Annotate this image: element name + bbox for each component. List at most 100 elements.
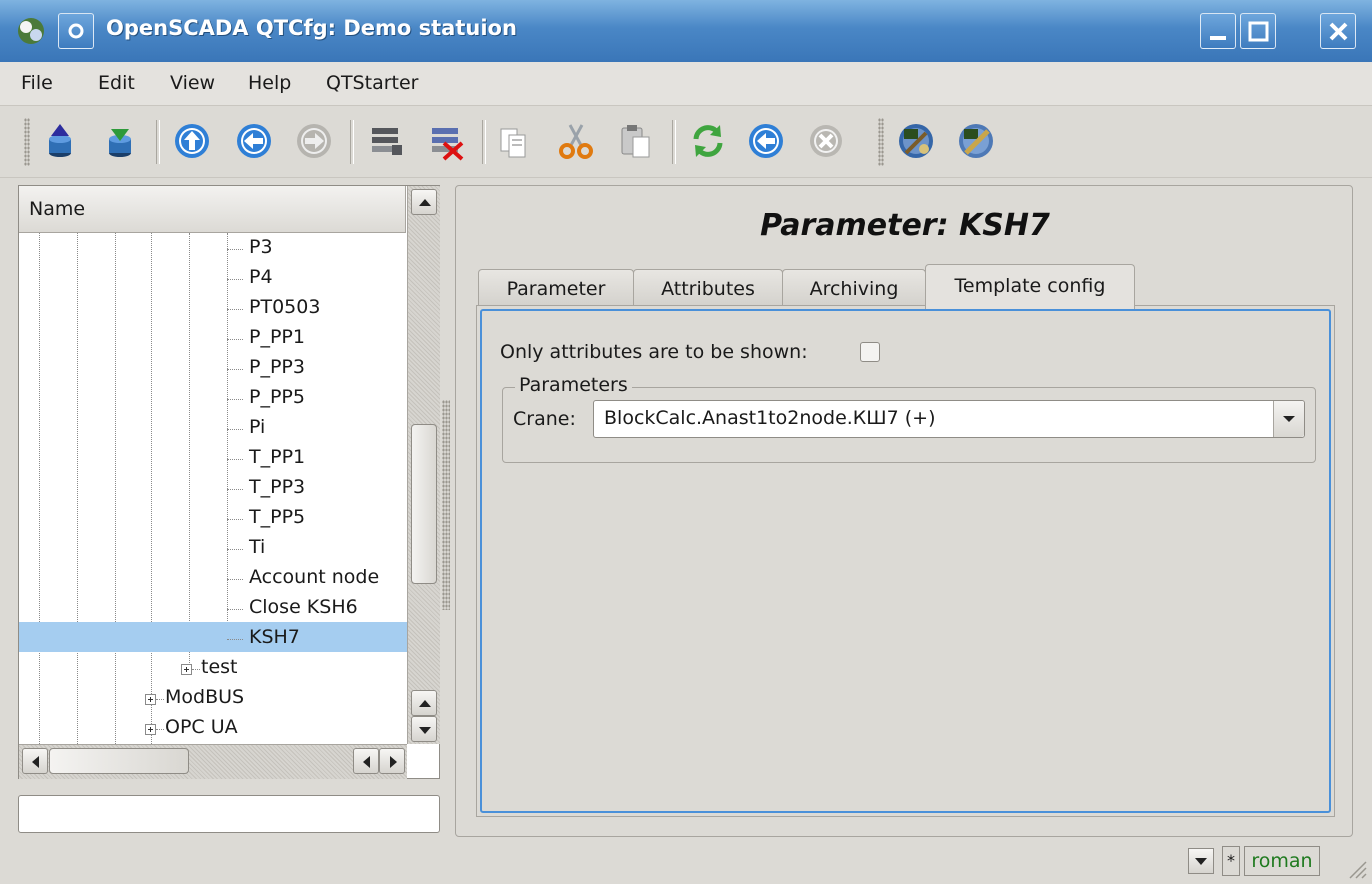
arrow-up-icon [419,700,431,707]
tab-panel: Only attributes are to be shown: Paramet… [476,305,1335,817]
scroll-up-button[interactable] [411,690,437,716]
toolbar-separator [672,120,676,164]
tree-item-label: T_PP3 [249,476,306,498]
tree-vertical-scrollbar[interactable] [407,186,440,744]
tree-item-label: P_PP3 [249,356,305,378]
item-delete-icon[interactable] [426,121,466,161]
crane-label: Crane: [513,408,576,430]
tree-header-label: Name [29,198,86,220]
tree-item-label: P_PP5 [249,386,305,408]
tree-guide-line [39,233,40,744]
only-attributes-label: Only attributes are to be shown: [500,341,808,363]
tree-item-label: test [201,656,238,678]
config-icon[interactable] [956,121,996,161]
panel-splitter[interactable] [442,400,450,610]
menu-edit[interactable]: Edit [98,72,135,94]
tree-item-label: KSH7 [249,626,300,648]
tab-label: Template config [954,275,1106,297]
arrow-up-icon [419,199,431,206]
tree-item-label: T_PP5 [249,506,306,528]
status-bar: * roman [0,838,1372,884]
crane-dropdown-button[interactable] [1273,401,1304,437]
arrow-left-icon [32,756,39,768]
tree-guide-line [151,233,152,744]
scroll-down-button[interactable] [411,716,437,742]
paste-icon[interactable] [616,121,656,161]
close-button[interactable] [1320,13,1356,49]
back-icon[interactable] [234,121,274,161]
toolbar-separator [350,120,354,164]
item-add-icon[interactable] [366,121,406,161]
tree-item-label: P4 [249,266,273,288]
chevron-down-icon [1283,416,1295,422]
status-text-field[interactable] [18,795,440,833]
toolbar-grip[interactable] [878,118,884,166]
expand-icon[interactable] [181,664,192,675]
selection-highlight [19,622,407,652]
menu-help[interactable]: Help [248,72,291,94]
window-title: OpenSCADA QTCfg: Demo statuion [106,16,517,40]
parameters-groupbox: Parameters Crane: BlockCalc.Anast1to2nod… [502,374,1316,463]
tab-attributes[interactable]: Attributes [633,269,783,307]
tree-guide-line [115,233,116,744]
tree-guide-line [189,233,190,673]
toolbar-separator [156,120,160,164]
qtstarter-icon[interactable] [896,121,936,161]
scroll-thumb[interactable] [411,424,437,584]
refresh-icon[interactable] [688,121,728,161]
forward-icon[interactable] [294,121,334,161]
tree-item-label: P3 [249,236,273,258]
status-user[interactable]: roman [1244,846,1320,876]
scroll-thumb[interactable] [49,748,189,774]
tab-label: Attributes [661,278,755,300]
tree-horizontal-scrollbar[interactable] [19,744,407,779]
app-icon[interactable] [14,15,48,47]
tree-item-label: PT0503 [249,296,321,318]
copy-icon[interactable] [494,121,534,161]
db-save-icon[interactable] [100,121,140,161]
chevron-down-icon [1195,858,1207,865]
menu-view[interactable]: View [170,72,215,94]
tree-item-label: P_PP1 [249,326,305,348]
tree-item-label: ModBUS [165,686,245,708]
toolbar-separator [482,120,486,164]
status-modified-flag: * [1222,846,1240,876]
menu-file[interactable]: File [21,72,53,94]
tab-parameter[interactable]: Parameter [478,269,634,307]
tree-item-label: OPC UA [165,716,238,738]
only-attributes-checkbox[interactable] [860,342,880,362]
title-bar[interactable]: OpenSCADA QTCfg: Demo statuion [0,0,1372,66]
cut-icon[interactable] [556,121,596,161]
menu-qtstarter[interactable]: QTStarter [326,72,418,94]
parameters-group-title: Parameters [515,374,632,396]
status-dropdown-button[interactable] [1188,848,1214,874]
arrow-left-icon [363,756,370,768]
stop-icon[interactable] [806,121,846,161]
expand-icon[interactable] [145,694,156,705]
menu-bar: File Edit View Help QTStarter [0,62,1372,106]
tree-header[interactable]: Name [19,186,406,233]
crane-select-value: BlockCalc.Anast1to2node.КШ7 (+) [604,407,936,429]
up-icon[interactable] [172,121,212,161]
tab-archiving[interactable]: Archiving [782,269,926,307]
tree-item-label: Pi [249,416,266,438]
scroll-left-button[interactable] [22,748,48,774]
scroll-left-button[interactable] [353,748,379,774]
minimize-button[interactable] [1200,13,1236,49]
toolbar-grip[interactable] [24,118,30,166]
tree-item-label: Account node [249,566,380,588]
tree-item-label: Ti [249,536,266,558]
navigation-tree[interactable]: Name P3 P4 PT0503 P_PP1 P_PP3 P_PP5 Pi T… [18,185,440,779]
crane-select[interactable]: BlockCalc.Anast1to2node.КШ7 (+) [593,400,1305,438]
scroll-up-button[interactable] [411,189,437,215]
start-icon[interactable] [746,121,786,161]
window-menu-button[interactable] [58,13,94,49]
expand-icon[interactable] [145,724,156,735]
arrow-right-icon [390,756,397,768]
page-title: Parameter: KSH7 [760,208,1050,243]
maximize-button[interactable] [1240,13,1276,49]
db-load-icon[interactable] [40,121,80,161]
scroll-right-button[interactable] [379,748,405,774]
resize-grip-icon[interactable] [1346,858,1368,880]
tab-template-config[interactable]: Template config [925,264,1135,309]
